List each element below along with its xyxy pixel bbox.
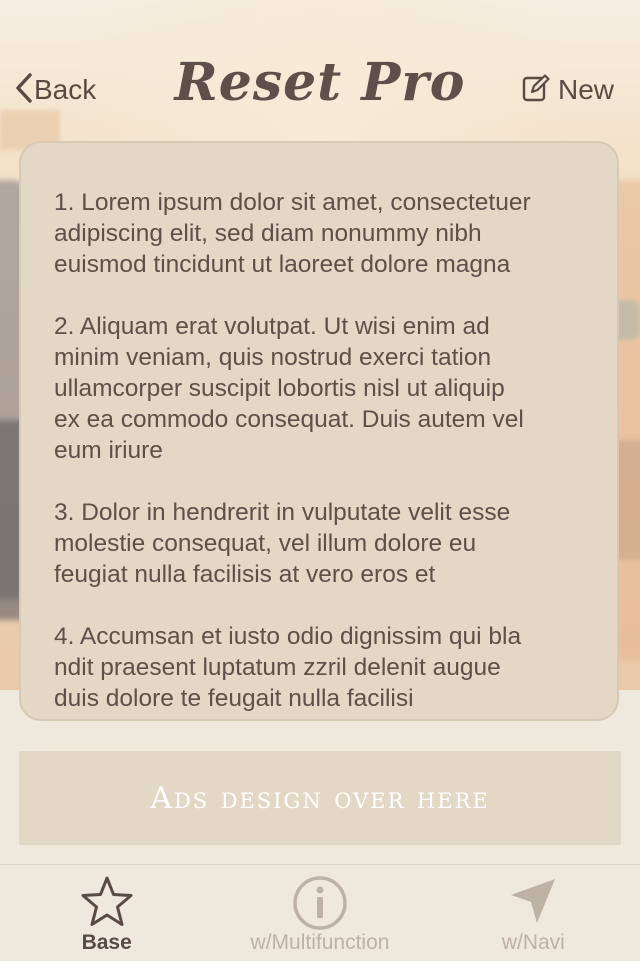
ad-label: Ads design over here (150, 780, 490, 816)
paragraph: 4. Accumsan et iusto odio dignissim qui … (54, 623, 522, 712)
tab-label: w/Multifunction (250, 931, 390, 954)
content-card[interactable]: 1. Lorem ipsum dolor sit amet, consectet… (19, 141, 619, 721)
tab-label: Base (81, 931, 132, 954)
star-icon (80, 875, 134, 934)
ad-banner[interactable]: Ads design over here (19, 751, 621, 845)
paragraph: 2. Aliquam erat volutpat. Ut wisi enim a… (54, 313, 524, 464)
paragraph: 3. Dolor in hendrerit in vulputate velit… (54, 499, 511, 588)
tab-label: w/Navi (501, 931, 565, 954)
navigation-bar: Back Reset Pro New (0, 40, 640, 140)
info-icon (292, 875, 348, 936)
location-arrow-icon (507, 875, 559, 932)
compose-icon (522, 73, 550, 107)
tab-navi[interactable]: w/Navi (427, 865, 640, 961)
content-text: 1. Lorem ipsum dolor sit amet, consectet… (21, 143, 617, 714)
tab-base[interactable]: Base (0, 865, 213, 961)
new-button[interactable]: New (522, 68, 614, 112)
new-label: New (557, 74, 614, 105)
paragraph: 1. Lorem ipsum dolor sit amet, consectet… (54, 189, 531, 278)
tab-bar: Base w/Multifunction w/Navi (0, 864, 640, 961)
tab-multifunction[interactable]: w/Multifunction (213, 865, 426, 961)
